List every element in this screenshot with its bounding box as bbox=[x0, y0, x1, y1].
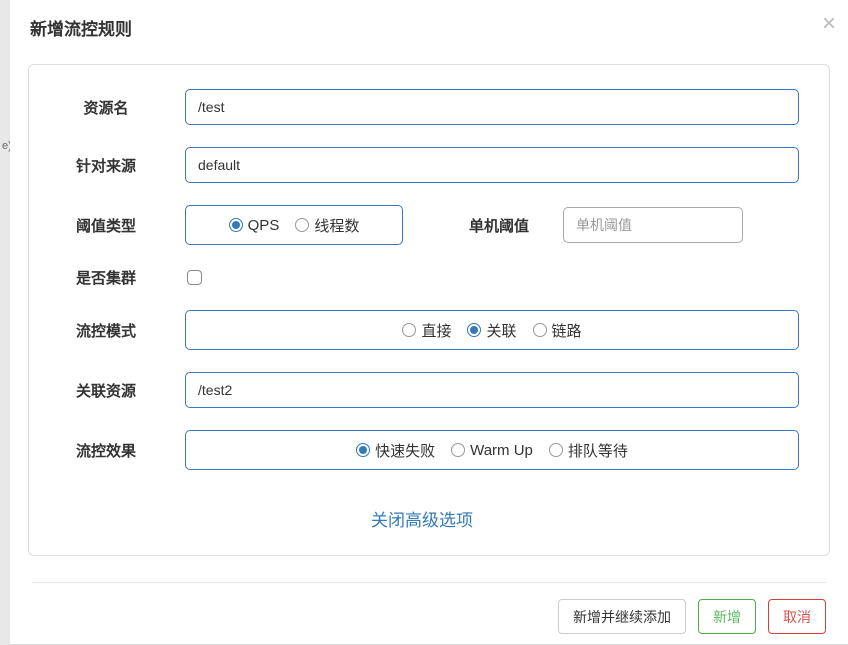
label-flow-effect: 流控效果 bbox=[45, 440, 185, 461]
dialog-title: 新增流控规则 bbox=[30, 15, 828, 40]
radio-mode-related[interactable]: 关联 bbox=[467, 320, 516, 341]
radio-dot-icon bbox=[451, 443, 465, 457]
radio-mode-chain[interactable]: 链路 bbox=[533, 320, 582, 341]
radio-dot-icon bbox=[533, 323, 547, 337]
label-cluster: 是否集群 bbox=[45, 267, 185, 288]
row-threshold-type: 阈值类型 QPS 线程数 单机阈值 bbox=[45, 205, 799, 245]
add-continue-button[interactable]: 新增并继续添加 bbox=[558, 599, 686, 634]
row-cluster: 是否集群 bbox=[45, 267, 799, 288]
threshold-type-group: QPS 线程数 bbox=[185, 205, 403, 245]
row-related-resource: 关联资源 bbox=[45, 372, 799, 408]
dialog-footer: 新增并继续添加 新增 取消 bbox=[32, 582, 826, 634]
radio-effect-fastfail-label: 快速失败 bbox=[375, 440, 435, 461]
radio-dot-icon bbox=[295, 218, 309, 232]
resource-input[interactable] bbox=[185, 89, 799, 125]
add-button[interactable]: 新增 bbox=[698, 599, 756, 634]
related-resource-input[interactable] bbox=[185, 372, 799, 408]
label-threshold-type: 阈值类型 bbox=[45, 215, 185, 236]
label-flow-mode: 流控模式 bbox=[45, 320, 185, 341]
cluster-checkbox[interactable] bbox=[187, 270, 202, 285]
close-advanced-link[interactable]: 关闭高级选项 bbox=[371, 511, 473, 530]
source-input[interactable] bbox=[185, 147, 799, 183]
radio-dot-icon bbox=[229, 218, 243, 232]
radio-threads-label: 线程数 bbox=[314, 215, 359, 236]
row-resource: 资源名 bbox=[45, 89, 799, 125]
dialog-header: 新增流控规则 × bbox=[10, 0, 848, 50]
radio-dot-icon bbox=[467, 323, 481, 337]
label-resource: 资源名 bbox=[45, 97, 185, 118]
radio-mode-chain-label: 链路 bbox=[552, 320, 582, 341]
radio-qps-label: QPS bbox=[248, 217, 280, 234]
radio-dot-icon bbox=[356, 443, 370, 457]
radio-dot-icon bbox=[402, 323, 416, 337]
radio-mode-direct[interactable]: 直接 bbox=[402, 320, 451, 341]
flow-effect-group: 快速失败 Warm Up 排队等待 bbox=[185, 430, 799, 470]
label-related-resource: 关联资源 bbox=[45, 380, 185, 401]
cancel-button[interactable]: 取消 bbox=[768, 599, 826, 634]
row-flow-effect: 流控效果 快速失败 Warm Up 排队等待 bbox=[45, 430, 799, 470]
label-single-threshold: 单机阈值 bbox=[413, 215, 553, 236]
radio-qps[interactable]: QPS bbox=[229, 217, 280, 234]
row-source: 针对来源 bbox=[45, 147, 799, 183]
radio-effect-warmup-label: Warm Up bbox=[470, 442, 533, 459]
advanced-link-row: 关闭高级选项 bbox=[45, 506, 799, 531]
flow-mode-group: 直接 关联 链路 bbox=[185, 310, 799, 350]
radio-effect-queue[interactable]: 排队等待 bbox=[549, 440, 628, 461]
close-icon[interactable]: × bbox=[822, 10, 836, 38]
form-card: 资源名 针对来源 阈值类型 QPS bbox=[28, 64, 830, 556]
radio-effect-queue-label: 排队等待 bbox=[568, 440, 628, 461]
radio-mode-related-label: 关联 bbox=[486, 320, 516, 341]
add-flow-rule-dialog: 新增流控规则 × 资源名 针对来源 阈值类型 QPS bbox=[10, 0, 848, 645]
radio-mode-direct-label: 直接 bbox=[421, 320, 451, 341]
radio-effect-warmup[interactable]: Warm Up bbox=[451, 442, 533, 459]
radio-effect-fastfail[interactable]: 快速失败 bbox=[356, 440, 435, 461]
row-flow-mode: 流控模式 直接 关联 链路 bbox=[45, 310, 799, 350]
label-source: 针对来源 bbox=[45, 155, 185, 176]
radio-threads[interactable]: 线程数 bbox=[295, 215, 359, 236]
single-threshold-input[interactable] bbox=[563, 207, 743, 243]
radio-dot-icon bbox=[549, 443, 563, 457]
